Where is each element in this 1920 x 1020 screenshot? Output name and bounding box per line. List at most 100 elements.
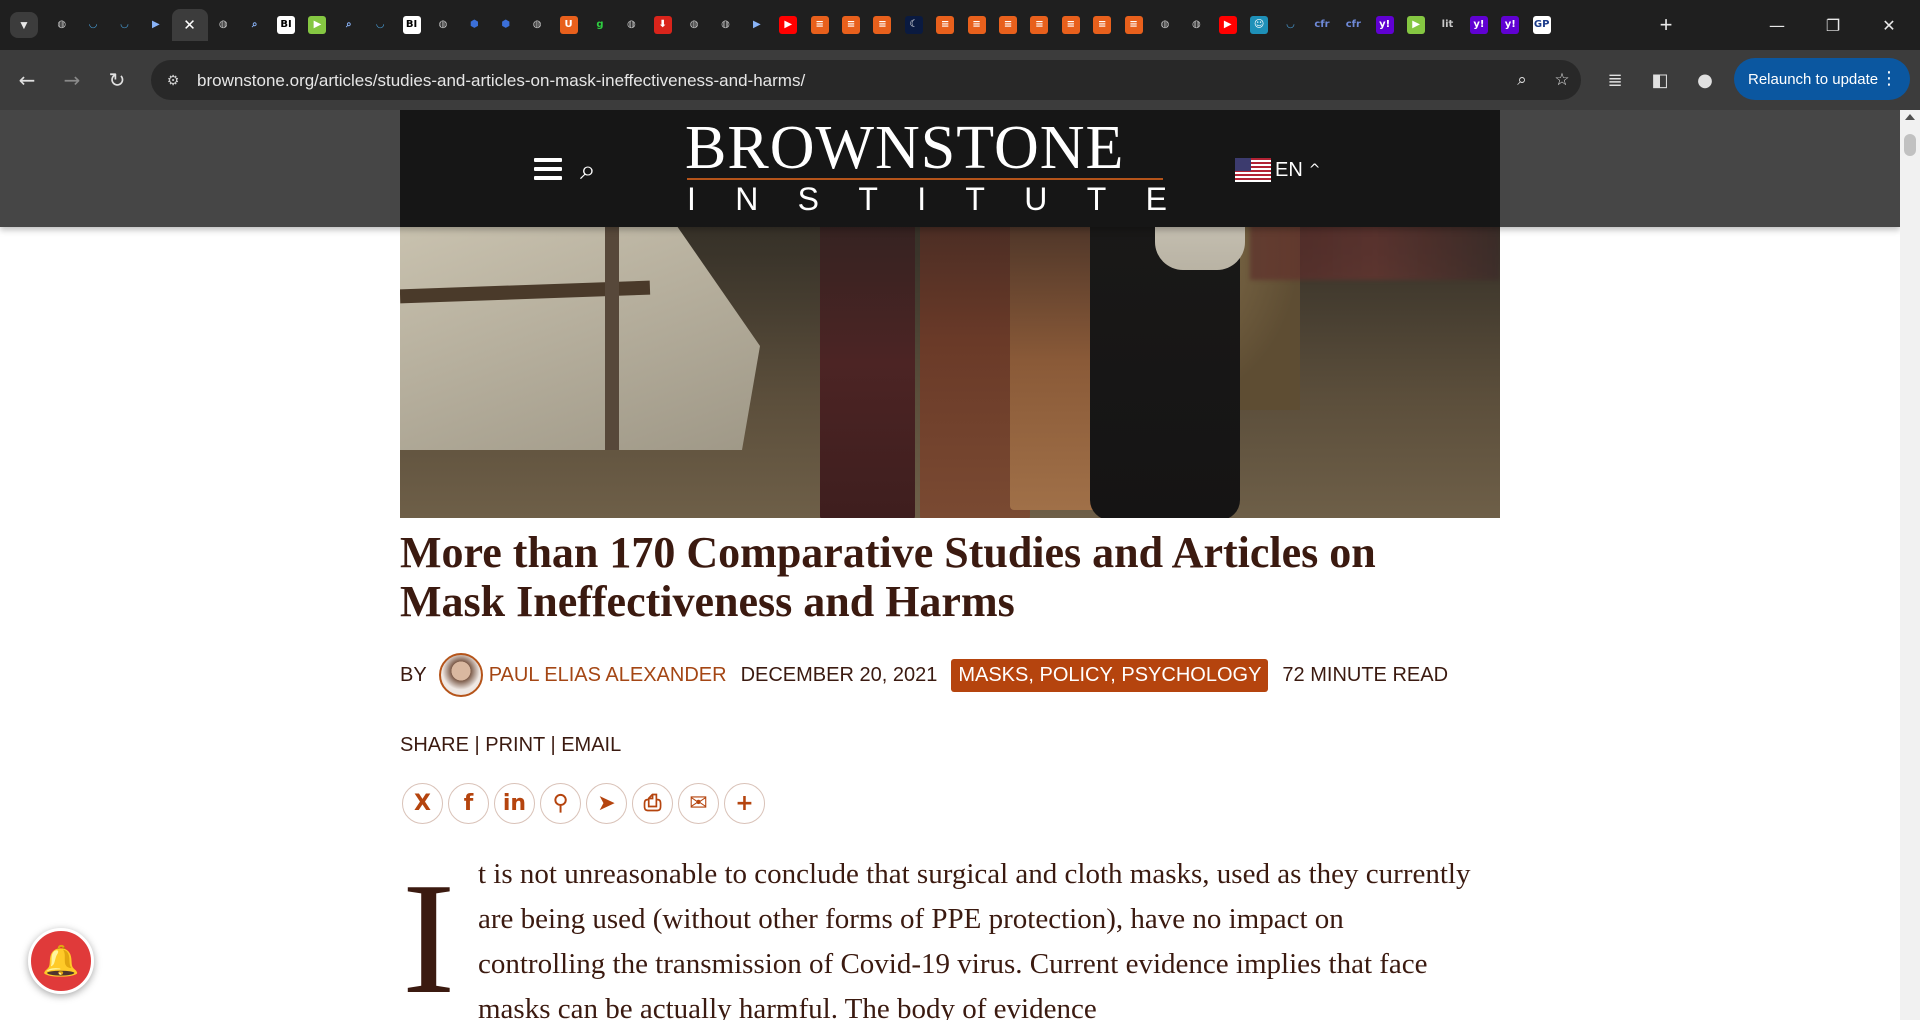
page-viewport: ⌕ BROWNSTONE I N S T I T U T E EN ^ More than 17…	[0, 110, 1900, 1020]
browser-tab[interactable]: ◍	[521, 9, 552, 41]
browser-tab[interactable]: ≡	[1087, 9, 1118, 41]
browser-tab[interactable]: ◍	[1149, 9, 1180, 41]
browser-tab[interactable]: ⬢	[459, 9, 490, 41]
page-scrollbar[interactable]	[1900, 110, 1920, 1020]
new-tab-button[interactable]: +	[1652, 12, 1680, 38]
telegram-share-icon[interactable]: ➤	[586, 783, 627, 824]
browser-tab[interactable]: ◍	[678, 9, 709, 41]
browser-tab-strip: ▼ ◍ ◡ ◡ ▶ ✕ ◍ ⌕ BI ▶ ⌕ ◡ BI ◍ ⬢ ⬢ ◍ Ug ◍ ⬇ ◍ ◍ ▶ ▶ ≡ ≡ ≡ ☾ ≡ ≡ ≡ ≡ ≡ ≡ ≡ ◍…	[0, 0, 1920, 50]
browser-tab[interactable]: U	[553, 9, 584, 41]
forward-button[interactable]: →	[57, 65, 87, 95]
browser-tab[interactable]: ⬇	[647, 9, 678, 41]
x-share-icon[interactable]: X	[402, 783, 443, 824]
browser-tab[interactable]: ▶	[773, 9, 804, 41]
browser-tab[interactable]: ▶	[1212, 9, 1243, 41]
back-button[interactable]: ←	[12, 65, 42, 95]
browser-tab[interactable]: ≡	[992, 9, 1023, 41]
browser-tab[interactable]: y!	[1463, 9, 1494, 41]
bookmark-icon: ≡	[999, 16, 1018, 34]
relaunch-button[interactable]: Relaunch to update ⋮	[1734, 58, 1910, 100]
logo-subtitle-letter: T	[1086, 181, 1107, 217]
gettr-share-icon[interactable]: ⚲	[540, 783, 581, 824]
minimize-button[interactable]: —	[1754, 10, 1800, 40]
browser-tab[interactable]: ≡	[1118, 9, 1149, 41]
search-icon[interactable]: ⌕	[580, 156, 608, 184]
logo-subtitle-letter: I	[917, 181, 927, 217]
browser-tab[interactable]: ▶	[741, 9, 772, 41]
browser-tab[interactable]: BI	[270, 9, 301, 41]
browser-tab[interactable]: y!	[1369, 9, 1400, 41]
youtube-icon: ▶	[779, 16, 798, 34]
browser-tab[interactable]: ◍	[208, 9, 239, 41]
scroll-up-arrow-icon[interactable]	[1905, 114, 1915, 120]
reload-button[interactable]: ↻	[102, 65, 132, 95]
more-share-icon[interactable]: +	[724, 783, 765, 824]
logo-subtitle-letter: E	[1145, 181, 1167, 217]
browser-tab[interactable]: ▶	[302, 9, 333, 41]
browser-tab[interactable]: ▶	[140, 9, 171, 41]
author-link[interactable]: PAUL ELIAS ALEXANDER	[489, 664, 727, 687]
side-panel-icon[interactable]: ◧	[1645, 65, 1675, 95]
browser-tab[interactable]: ◡	[1275, 9, 1306, 41]
browser-tab[interactable]: ◡	[109, 9, 140, 41]
browser-tab[interactable]: ◍	[710, 9, 741, 41]
browser-tab[interactable]: ◡	[365, 9, 396, 41]
print-link[interactable]: PRINT	[485, 734, 545, 756]
browser-tab[interactable]: ≡	[1024, 9, 1055, 41]
browser-tab[interactable]: ⬢	[490, 9, 521, 41]
browser-tab[interactable]: ☺	[1243, 9, 1274, 41]
browser-tab[interactable]: ☾	[898, 9, 929, 41]
browser-tab[interactable]: cfr	[1338, 9, 1369, 41]
scroll-thumb[interactable]	[1904, 134, 1916, 156]
browser-tab[interactable]: BI	[396, 9, 427, 41]
author-avatar[interactable]	[438, 653, 483, 697]
browser-tab[interactable]: y!	[1495, 9, 1526, 41]
browser-tab[interactable]: ≡	[930, 9, 961, 41]
browser-tab[interactable]: ◍	[427, 9, 458, 41]
browser-tab[interactable]: ▶	[1400, 9, 1431, 41]
article-tags[interactable]: MASKS, POLICY, PSYCHOLOGY	[951, 658, 1269, 692]
browser-tab[interactable]: ≡	[867, 9, 898, 41]
email-link[interactable]: EMAIL	[561, 734, 621, 756]
browser-tab[interactable]: ⌕	[239, 9, 270, 41]
more-vert-icon[interactable]: ⋮	[1880, 68, 1898, 89]
drop-cap: I	[402, 849, 456, 1020]
facebook-share-icon[interactable]: f	[448, 783, 489, 824]
close-window-button[interactable]: ✕	[1866, 10, 1912, 40]
hamburger-menu-icon[interactable]	[534, 158, 562, 180]
address-bar[interactable]: ⚙ brownstone.org/articles/studies-and-ar…	[151, 60, 1581, 100]
browser-tab[interactable]: ◍	[1181, 9, 1212, 41]
reading-list-icon[interactable]: ≣	[1600, 65, 1630, 95]
restore-button[interactable]: ❐	[1810, 10, 1856, 40]
browser-tab[interactable]: ⌕	[333, 9, 364, 41]
site-logo-subtitle[interactable]: INSTITUTE	[687, 181, 1167, 218]
browser-tab[interactable]: lit	[1432, 9, 1463, 41]
url-text[interactable]: brownstone.org/articles/studies-and-arti…	[197, 71, 805, 91]
browser-tab[interactable]: ◡	[77, 9, 108, 41]
cfr-icon: cfr	[1345, 19, 1361, 30]
language-selector[interactable]: EN ^	[1235, 158, 1321, 182]
site-logo[interactable]: BROWNSTONE	[685, 113, 1124, 184]
browser-tab[interactable]: g	[584, 9, 615, 41]
site-info-icon[interactable]: ⚙	[163, 70, 183, 90]
browser-tab[interactable]: ✕	[171, 9, 208, 41]
zoom-icon[interactable]: ⌕	[1511, 69, 1533, 91]
browser-tab[interactable]: GP	[1526, 9, 1557, 41]
browser-tab[interactable]: ≡	[961, 9, 992, 41]
close-icon[interactable]: ✕	[181, 16, 199, 34]
share-link[interactable]: SHARE	[400, 734, 469, 756]
email-share-icon[interactable]: ✉	[678, 783, 719, 824]
browser-tab[interactable]: cfr	[1306, 9, 1337, 41]
bookmark-star-icon[interactable]: ☆	[1551, 69, 1573, 91]
yahoo-icon: y!	[1469, 16, 1488, 34]
tab-search-button[interactable]: ▼	[10, 12, 38, 38]
profile-icon[interactable]: ●	[1690, 65, 1720, 95]
browser-tab[interactable]: ◍	[616, 9, 647, 41]
browser-tab[interactable]: ◍	[46, 9, 77, 41]
browser-tab[interactable]: ≡	[804, 9, 835, 41]
notification-bell-button[interactable]: 🔔	[28, 928, 94, 994]
linkedin-share-icon[interactable]: in	[494, 783, 535, 824]
print-share-icon[interactable]: ⎙	[632, 783, 673, 824]
browser-tab[interactable]: ≡	[1055, 9, 1086, 41]
browser-tab[interactable]: ≡	[835, 9, 866, 41]
